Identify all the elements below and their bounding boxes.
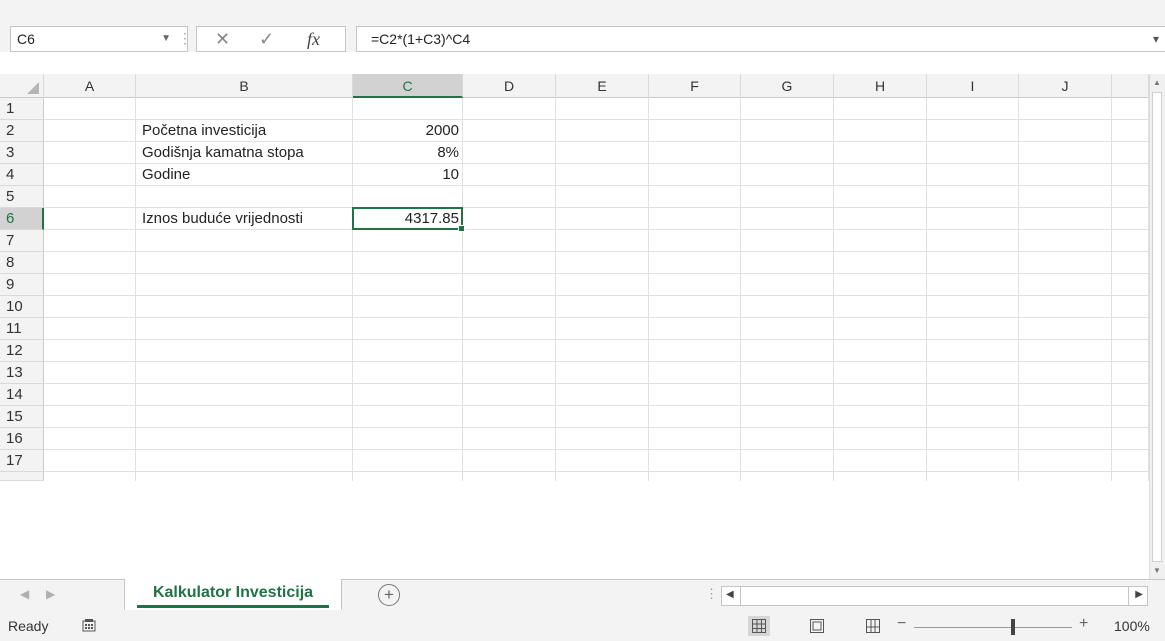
- column-header-d[interactable]: D: [463, 74, 556, 98]
- zoom-slider-track[interactable]: [914, 627, 1072, 628]
- gridline-vertical: [648, 98, 649, 481]
- cell-b2[interactable]: Početna investicija: [136, 120, 353, 142]
- row-header-6[interactable]: 6: [0, 208, 44, 230]
- cell-c4[interactable]: 10: [353, 164, 463, 186]
- name-box-dropdown-icon[interactable]: ▼: [161, 27, 171, 51]
- column-header-a[interactable]: A: [44, 74, 136, 98]
- row-header-14[interactable]: 14: [0, 384, 44, 406]
- gridline-vertical: [740, 98, 741, 481]
- name-box[interactable]: C6 ▼: [10, 26, 188, 52]
- gridline-vertical: [555, 98, 556, 481]
- add-sheet-icon[interactable]: +: [378, 584, 400, 606]
- hscroll-divider: [740, 587, 741, 605]
- sheet-tab-kalkulator-investicija[interactable]: Kalkulator Investicija: [124, 579, 342, 610]
- gridline-horizontal: [44, 339, 1149, 340]
- status-ready: Ready: [8, 618, 49, 634]
- gridline-horizontal: [44, 361, 1149, 362]
- page-break-icon[interactable]: [862, 616, 884, 636]
- column-header-j[interactable]: J: [1019, 74, 1112, 98]
- column-header-i[interactable]: I: [927, 74, 1019, 98]
- horizontal-scrollbar[interactable]: ◀ ▶: [721, 586, 1148, 606]
- formula-text: =C2*(1+C3)^C4: [371, 31, 471, 47]
- cell-b4[interactable]: Godine: [136, 164, 353, 186]
- zoom-out-button[interactable]: −: [897, 615, 906, 633]
- macro-record-icon[interactable]: [82, 618, 96, 632]
- cell-c2[interactable]: 2000: [353, 120, 463, 142]
- active-tab-underline: [137, 605, 329, 608]
- row-header-1[interactable]: 1: [0, 98, 44, 120]
- scroll-left-icon[interactable]: ◀: [726, 589, 734, 600]
- status-bar: Ready − + 100%: [0, 612, 1165, 641]
- formula-bar-grip[interactable]: ⋮: [178, 26, 192, 50]
- page-layout-icon[interactable]: [806, 616, 828, 636]
- column-headers: ABCDEFGHIJ: [0, 74, 1165, 98]
- row-header-4[interactable]: 4: [0, 164, 44, 186]
- cancel-icon[interactable]: ✕: [215, 27, 230, 51]
- name-box-value: C6: [17, 31, 35, 47]
- next-sheet-icon[interactable]: ▶: [46, 587, 55, 601]
- normal-view-icon[interactable]: [748, 616, 770, 636]
- gridline-horizontal: [44, 251, 1149, 252]
- cell-c3[interactable]: 8%: [353, 142, 463, 164]
- formula-input[interactable]: =C2*(1+C3)^C4 ▾: [356, 26, 1165, 52]
- column-header-e[interactable]: E: [556, 74, 649, 98]
- sheet-tabs-bar: ◀ ▶ Kalkulator Investicija + ⋮ ◀ ▶: [0, 579, 1165, 612]
- sheet-tab-label: Kalkulator Investicija: [152, 584, 314, 601]
- vertical-scroll-thumb[interactable]: [1152, 92, 1162, 562]
- row-header-13[interactable]: 13: [0, 362, 44, 384]
- zoom-in-button[interactable]: +: [1079, 615, 1088, 633]
- scroll-down-icon[interactable]: ▼: [1153, 566, 1161, 575]
- gridline-horizontal: [44, 295, 1149, 296]
- select-all-icon: [27, 82, 39, 94]
- active-cell-border: [352, 207, 465, 232]
- column-header-f[interactable]: F: [649, 74, 741, 98]
- gridline-horizontal: [44, 471, 1149, 472]
- enter-icon[interactable]: ✓: [259, 27, 274, 51]
- row-header-16[interactable]: 16: [0, 428, 44, 450]
- gridline-horizontal: [44, 449, 1149, 450]
- gridline-horizontal: [44, 317, 1149, 318]
- column-header-c[interactable]: C: [353, 74, 463, 98]
- row-header-15[interactable]: 15: [0, 406, 44, 428]
- row-header-12[interactable]: 12: [0, 340, 44, 362]
- gridline-vertical: [1111, 98, 1112, 481]
- zoom-slider-thumb[interactable]: [1011, 619, 1015, 635]
- formula-buttons: ✕ ✓ fx: [196, 26, 346, 52]
- gridline-horizontal: [44, 427, 1149, 428]
- fill-handle[interactable]: [458, 225, 465, 232]
- select-all-button[interactable]: [0, 74, 44, 98]
- scroll-up-icon[interactable]: ▲: [1153, 78, 1161, 87]
- row-header-partial[interactable]: [0, 472, 44, 481]
- scroll-right-icon[interactable]: ▶: [1135, 589, 1143, 600]
- column-header-b[interactable]: B: [136, 74, 353, 98]
- row-header-2[interactable]: 2: [0, 120, 44, 142]
- function-icon[interactable]: fx: [307, 27, 320, 51]
- row-header-5[interactable]: 5: [0, 186, 44, 208]
- gridline-vertical: [926, 98, 927, 481]
- column-header-partial[interactable]: [1112, 74, 1149, 98]
- formula-bar: C6 ▼ ⋮ ✕ ✓ fx =C2*(1+C3)^C4 ▾: [0, 0, 1165, 52]
- prev-sheet-icon[interactable]: ◀: [20, 587, 29, 601]
- cell-b6[interactable]: Iznos buduće vrijednosti: [136, 208, 353, 230]
- hscroll-divider: [1128, 587, 1129, 605]
- gridline-horizontal: [44, 273, 1149, 274]
- gridline-vertical: [1018, 98, 1019, 481]
- tab-splitter-grip[interactable]: ⋮: [705, 586, 718, 602]
- row-header-9[interactable]: 9: [0, 274, 44, 296]
- row-header-17[interactable]: 17: [0, 450, 44, 472]
- row-header-8[interactable]: 8: [0, 252, 44, 274]
- row-header-3[interactable]: 3: [0, 142, 44, 164]
- gridline-horizontal: [44, 383, 1149, 384]
- row-header-7[interactable]: 7: [0, 230, 44, 252]
- row-header-11[interactable]: 11: [0, 318, 44, 340]
- vertical-scrollbar[interactable]: ▲ ▼: [1149, 74, 1165, 579]
- column-header-h[interactable]: H: [834, 74, 927, 98]
- column-header-g[interactable]: G: [741, 74, 834, 98]
- expand-formula-icon[interactable]: ▾: [1153, 27, 1159, 51]
- row-header-10[interactable]: 10: [0, 296, 44, 318]
- gridline-horizontal: [44, 405, 1149, 406]
- cell-b3[interactable]: Godišnja kamatna stopa: [136, 142, 353, 164]
- zoom-level[interactable]: 100%: [1114, 618, 1150, 634]
- gridline-vertical: [833, 98, 834, 481]
